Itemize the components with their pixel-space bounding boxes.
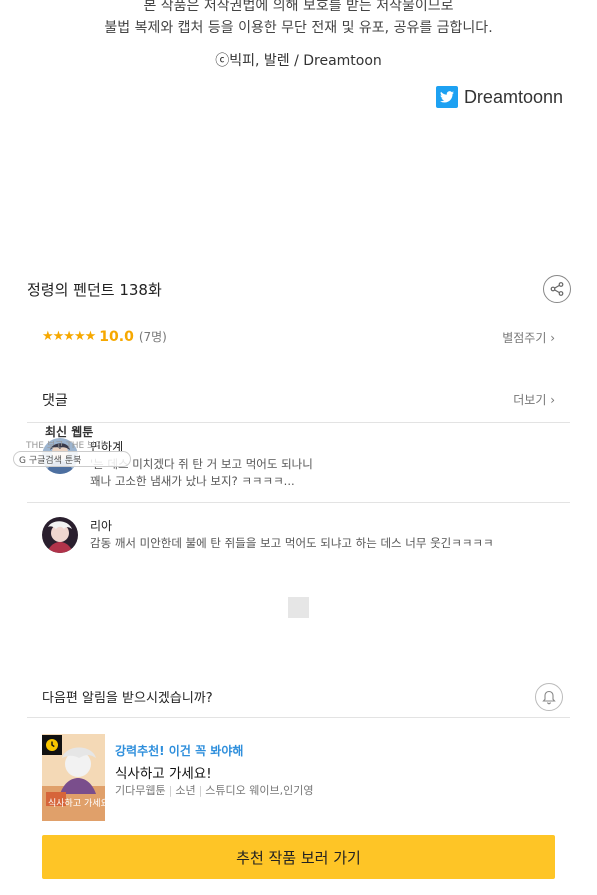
divider [27,717,570,718]
copyright-credit: ⓒ빅피, 발렌 / Dreamtoon [215,53,382,69]
loading-placeholder [288,597,309,618]
episode-title: 정령의 펜던트 138화 [27,281,162,299]
copyright-line-1: 본 작품은 저작권법에 의해 보호를 받는 저작물이므로 [143,0,454,14]
recommend-tag: 강력추천! 이건 꼭 봐야해 [115,744,244,758]
share-button[interactable] [543,275,571,303]
twitter-label: Dreamtoonn [463,86,563,107]
ad-overlay-search[interactable]: G 구글검색 툰북 [13,451,131,467]
notify-question: 다음편 알림을 받으시겠습니까? [42,691,213,706]
rating-count: (7명) [138,330,167,344]
recommend-thumb-title: 식사하고 가세요! [48,798,105,809]
clock-icon [46,739,58,751]
share-icon [550,282,564,296]
comments-heading: 댓글 [42,393,68,409]
notify-bell-button[interactable] [535,683,563,711]
bell-icon [542,690,556,704]
copyright-line-2: 불법 복제와 캡처 등을 이용한 무단 전재 및 유포, 공유를 금합니다. [104,20,493,36]
twitter-icon [435,86,458,108]
recommend-meta: 기다무웹툰 | 소년 | 스튜디오 웨이브,인기영 [115,784,314,797]
divider [27,502,570,503]
comment-author: 리아 [90,519,113,533]
comment-text: 감동 깨서 미안한데 불에 탄 쥐들을 보고 먹어도 되냐고 하는 데스 너무 … [90,536,494,550]
wait-free-badge [42,735,62,755]
rating-stars: ★★★★★ [42,329,96,344]
twitter-link[interactable]: Dreamtoonn [435,86,563,108]
comments-more-link[interactable]: 더보기 › [513,391,555,408]
rate-button[interactable]: 별점주기 › [502,329,555,346]
ad-overlay-subtitle: THE 보고 THE 보기 [26,441,104,451]
divider [27,422,570,423]
recommend-cta-button[interactable]: 추천 작품 보러 가기 [42,835,555,879]
recommend-title[interactable]: 식사하고 가세요! [115,762,212,782]
rating-score: 10.0 [99,328,134,345]
avatar [42,517,78,553]
rating-summary: ★★★★★ 10.0 (7명) [42,328,167,345]
